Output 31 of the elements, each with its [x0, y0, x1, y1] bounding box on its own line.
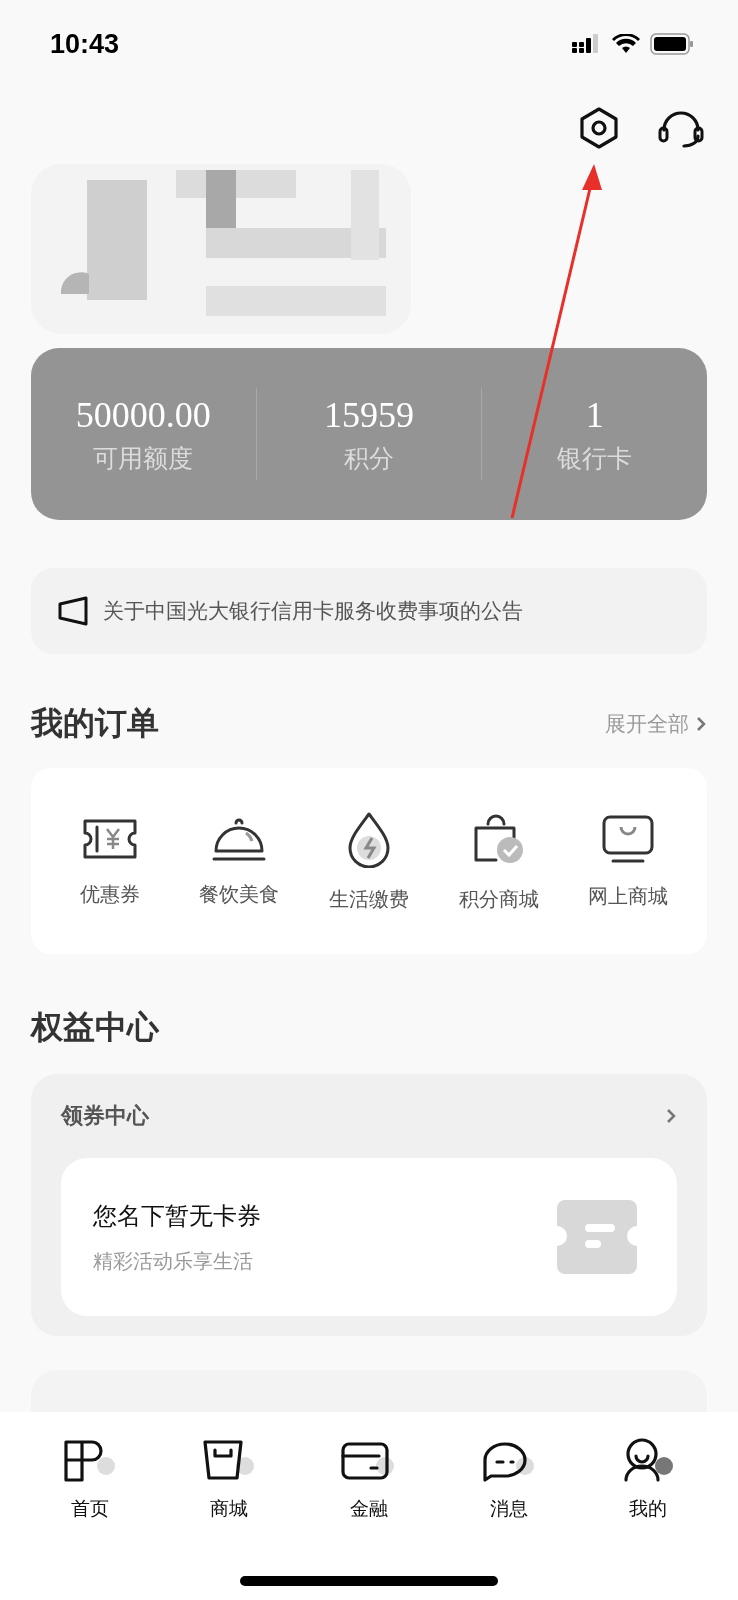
section-title: 权益中心	[31, 1007, 159, 1048]
wifi-icon	[612, 34, 640, 54]
coupon-center-title: 领券中心	[61, 1102, 149, 1130]
megaphone-icon	[57, 596, 89, 626]
settings-icon[interactable]	[578, 106, 620, 150]
stat-value: 50000.00	[75, 393, 211, 436]
status-time: 10:43	[50, 28, 120, 60]
chevron-right-icon	[695, 716, 707, 732]
battery-icon	[650, 33, 694, 55]
stat-label: 银行卡	[557, 442, 633, 475]
stat-value: 15959	[324, 393, 414, 436]
order-shortcut[interactable]: 网上商城	[573, 812, 684, 910]
tab-item[interactable]: 首页	[39, 1436, 140, 1522]
stat-value: 1	[585, 393, 604, 436]
tab-item[interactable]: 商城	[179, 1436, 280, 1522]
order-shortcut[interactable]: 优惠券	[54, 814, 165, 908]
order-shortcut[interactable]: 积分商城	[443, 809, 554, 913]
stat-label: 积分	[344, 442, 394, 475]
empty-subtitle: 精彩活动乐享生活	[93, 1247, 254, 1275]
order-shortcut[interactable]: 餐饮美食	[184, 814, 295, 908]
ticket-icon	[557, 1200, 637, 1274]
order-shortcut[interactable]: 生活缴费	[314, 809, 424, 913]
stat-label: 可用额度	[93, 442, 194, 475]
notice-text: 关于中国光大银行信用卡服务收费事项的公告	[103, 598, 523, 625]
tab-item[interactable]: 金融	[319, 1436, 419, 1522]
empty-title: 您名下暂无卡券	[93, 1200, 261, 1232]
tab-item[interactable]: 我的	[598, 1436, 699, 1522]
tab-item[interactable]: 消息	[458, 1436, 559, 1522]
chevron-right-icon[interactable]	[665, 1107, 677, 1125]
section-title: 我的订单	[31, 703, 159, 744]
notice-bar[interactable]: 关于中国光大银行信用卡服务收费事项的公告	[31, 568, 707, 654]
